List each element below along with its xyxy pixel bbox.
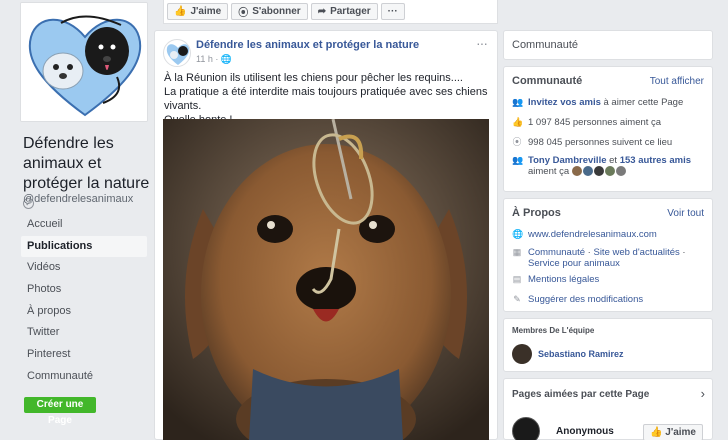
chevron-right-icon[interactable]: › xyxy=(701,386,705,401)
friends-text: Tony Dambreville et 153 autres amis aime… xyxy=(528,155,702,177)
liked-pages-card: Pages aimées par cette Page › Anonymous … xyxy=(503,378,713,440)
invite-text: Invitez vos amis à aimer cette Page xyxy=(528,97,683,108)
thumbs-up-icon: 👍 xyxy=(174,6,187,17)
invite-rest: à aimer cette Page xyxy=(600,97,684,108)
nav-item-publications[interactable]: Publications xyxy=(21,235,147,258)
thumbs-up-icon: 👍 xyxy=(512,117,524,127)
page-title-text: Défendre les animaux et protéger la natu… xyxy=(23,135,150,192)
post-author-avatar[interactable] xyxy=(163,39,191,67)
category-link[interactable]: Communauté xyxy=(528,247,585,258)
share-label: Partager xyxy=(330,6,371,17)
follows-count: 998 045 personnes suivent ce lieu xyxy=(528,137,673,148)
anonymous-page-avatar[interactable] xyxy=(512,417,540,440)
invite-friends-link[interactable]: Invitez vos amis xyxy=(528,97,601,108)
rss-icon: ⦿ xyxy=(512,137,522,147)
category-link[interactable]: Site web d'actualités xyxy=(593,247,679,258)
category-text: Communauté · Site web d'actualités · Ser… xyxy=(528,247,704,269)
team-member-avatar[interactable] xyxy=(512,344,532,364)
globe-icon: 🌐 xyxy=(220,54,233,64)
rss-icon: ⦿ xyxy=(238,8,249,19)
thumbs-up-icon: 👍 xyxy=(650,427,663,438)
category-link[interactable]: Service pour animaux xyxy=(528,258,620,269)
page-handle[interactable]: @defendrelesanimaux xyxy=(23,193,133,205)
liked-page-like-label: J'aime xyxy=(665,427,696,438)
pencil-icon: ✎ xyxy=(513,294,521,304)
globe-icon: 🌐 xyxy=(512,229,524,239)
friends-mid: et xyxy=(606,155,620,166)
nav-item-videos[interactable]: Vidéos xyxy=(21,257,147,279)
page-nav: Accueil Publications Vidéos Photos À pro… xyxy=(21,214,147,388)
category-icon: ▦ xyxy=(512,247,522,257)
about-website-row: 🌐 www.defendrelesanimaux.com xyxy=(512,229,657,240)
post-photo[interactable] xyxy=(163,119,489,440)
nav-item-pinterest[interactable]: Pinterest xyxy=(21,344,147,366)
like-page-label: J'aime xyxy=(190,6,222,17)
page-action-bar: 👍 J'aime ⦿ S'abonner ➦ Partager ··· xyxy=(163,0,498,24)
left-column: Défendre les animaux et protéger la natu… xyxy=(0,0,158,440)
about-card: À Propos Voir tout 🌐 www.defendrelesanim… xyxy=(503,198,713,312)
liked-page-name[interactable]: Anonymous xyxy=(556,426,614,437)
dog-with-hook-photo xyxy=(163,119,489,440)
about-suggest-row: ✎ Suggérer des modifications xyxy=(512,294,643,305)
nav-item-communaute[interactable]: Communauté xyxy=(21,366,147,388)
friend-avatar[interactable] xyxy=(604,166,615,176)
post-text-line: La pratique a été interdite mais toujour… xyxy=(164,86,488,112)
friends-icon: 👥 xyxy=(512,155,524,165)
liked-page-like-button[interactable]: 👍 J'aime xyxy=(643,424,703,440)
community-header-title: Communauté xyxy=(512,39,579,51)
post-time-text: 11 h · xyxy=(196,54,219,64)
post-avatar-logo xyxy=(166,44,190,65)
nav-item-accueil[interactable]: Accueil xyxy=(21,214,147,236)
nav-item-a-propos[interactable]: À propos xyxy=(21,301,147,323)
community-follows-row: ⦿ 998 045 personnes suivent ce lieu xyxy=(512,137,672,148)
post-author-name[interactable]: Défendre les animaux et protéger la natu… xyxy=(196,39,419,51)
like-page-button[interactable]: 👍 J'aime xyxy=(167,3,229,20)
invite-friends-icon: 👥 xyxy=(512,97,524,107)
category-separator: · xyxy=(679,247,686,258)
friend-avatar[interactable] xyxy=(615,166,626,176)
post-text-line: À la Réunion ils utilisent les chiens po… xyxy=(164,72,463,84)
friend-avatar[interactable] xyxy=(571,166,582,176)
other-friends-link[interactable]: 153 autres amis xyxy=(620,155,691,166)
post-card: Défendre les animaux et protéger la natu… xyxy=(154,30,498,440)
team-card: Membres De L'équipe Sebastiano Ramirez xyxy=(503,318,713,372)
team-title: Membres De L'équipe xyxy=(512,326,595,335)
follow-label: S'abonner xyxy=(252,6,301,17)
friends-rest: aiment ça xyxy=(528,166,570,177)
profile-logo-image xyxy=(21,3,147,121)
about-see-all-link[interactable]: Voir tout xyxy=(667,208,704,219)
community-invite-row: 👥 Invitez vos amis à aimer cette Page xyxy=(512,97,683,108)
about-legal-row: ▤ Mentions légales xyxy=(512,274,600,285)
friend-avatar[interactable] xyxy=(593,166,604,176)
community-title: Communauté xyxy=(512,75,583,87)
friend-name-link[interactable]: Tony Dambreville xyxy=(528,155,607,166)
liked-pages-title: Pages aimées par cette Page xyxy=(512,389,650,400)
share-button[interactable]: ➦ Partager xyxy=(310,3,378,20)
community-likes-row: 👍 1 097 845 personnes aiment ça xyxy=(512,117,661,128)
community-card: Communauté Tout afficher 👥 Invitez vos a… xyxy=(503,66,713,192)
follow-button[interactable]: ⦿ S'abonner xyxy=(231,3,308,20)
nav-item-twitter[interactable]: Twitter xyxy=(21,322,147,344)
friend-avatar[interactable] xyxy=(582,166,593,176)
about-title: À Propos xyxy=(512,207,561,219)
website-link[interactable]: www.defendrelesanimaux.com xyxy=(528,229,657,240)
document-icon: ▤ xyxy=(512,274,522,284)
post-timestamp[interactable]: 11 h · 🌐 xyxy=(196,54,232,65)
team-member-name[interactable]: Sebastiano Ramirez xyxy=(538,349,624,359)
community-friends-row: 👥 Tony Dambreville et 153 autres amis ai… xyxy=(512,155,702,177)
likes-count: 1 097 845 personnes aiment ça xyxy=(528,117,662,128)
more-options-button[interactable]: ··· xyxy=(380,3,405,20)
nav-item-photos[interactable]: Photos xyxy=(21,279,147,301)
create-page-button[interactable]: Créer une Page xyxy=(24,397,96,426)
about-category-row: ▦ Communauté · Site web d'actualités · S… xyxy=(512,247,704,269)
legal-link[interactable]: Mentions légales xyxy=(528,274,599,285)
community-header-card: Communauté xyxy=(503,30,713,60)
profile-picture[interactable] xyxy=(20,2,148,122)
suggest-edits-link[interactable]: Suggérer des modifications xyxy=(528,294,643,305)
share-arrow-icon: ➦ xyxy=(317,6,327,17)
community-see-all-link[interactable]: Tout afficher xyxy=(650,76,704,87)
post-options-button[interactable]: ··· xyxy=(476,35,488,51)
